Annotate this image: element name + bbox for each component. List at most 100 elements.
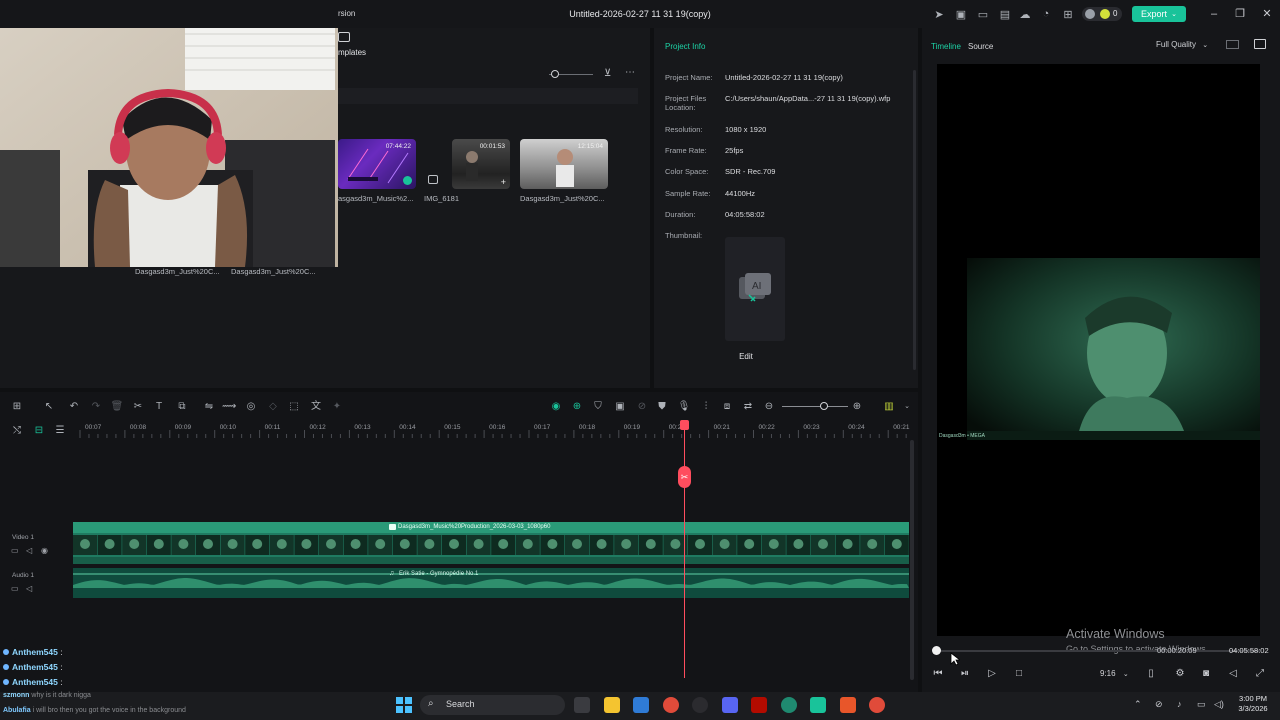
link-icon[interactable]: ⤭ bbox=[10, 424, 24, 437]
chrome-icon[interactable] bbox=[869, 697, 885, 713]
image-icon[interactable] bbox=[1254, 39, 1266, 49]
system-clock[interactable]: 3:00 PM 3/3/2026 bbox=[1233, 694, 1273, 714]
crop-icon[interactable]: ⧉ bbox=[175, 400, 189, 413]
speaker-icon[interactable]: ◁ bbox=[26, 546, 32, 555]
taskbar-search[interactable] bbox=[420, 695, 565, 715]
acrobat-icon[interactable] bbox=[751, 697, 767, 713]
color-icon[interactable]: ◎ bbox=[244, 400, 258, 413]
timeline-scrollbar[interactable] bbox=[910, 440, 914, 680]
ai-tool-icon[interactable]: ✦ bbox=[330, 400, 344, 413]
restore-icon[interactable]: ❐ bbox=[1232, 6, 1248, 22]
mixer-icon[interactable]: ⫶ bbox=[699, 400, 713, 413]
shield-icon[interactable]: ⛉ bbox=[591, 400, 605, 413]
display-icon[interactable]: ▭ bbox=[1197, 699, 1206, 710]
playback-progress[interactable] bbox=[937, 650, 1260, 652]
previous-frame-icon[interactable]: ⏮ bbox=[931, 667, 945, 681]
zoom-in-icon[interactable]: ⊕ bbox=[850, 400, 864, 413]
image-icon[interactable]: ▣ bbox=[613, 400, 627, 413]
snapshot-marker-icon[interactable]: ▯ bbox=[1144, 667, 1158, 681]
tab-templates[interactable]: mplates bbox=[338, 48, 366, 57]
select-tool-icon[interactable]: ↖ bbox=[42, 400, 56, 413]
windows-start-icon[interactable] bbox=[396, 697, 412, 713]
eye-icon[interactable]: ◉ bbox=[41, 546, 48, 555]
folder-icon[interactable]: ▭ bbox=[11, 546, 19, 555]
more-options-icon[interactable]: ⋯ bbox=[625, 67, 635, 78]
library-icon[interactable] bbox=[428, 175, 438, 184]
translate-icon[interactable]: 文 bbox=[309, 400, 323, 413]
file-explorer-icon[interactable] bbox=[604, 697, 620, 713]
media-thumb-img6181[interactable]: 00:01:53 + bbox=[452, 139, 510, 189]
layout-icon[interactable]: ▭ bbox=[976, 7, 990, 21]
filmora-icon[interactable] bbox=[810, 697, 826, 713]
tab-source[interactable]: Source bbox=[968, 42, 993, 51]
stop-icon[interactable]: □ bbox=[1012, 667, 1026, 681]
discord-icon[interactable] bbox=[722, 697, 738, 713]
cloud-icon[interactable]: ☁ bbox=[1018, 7, 1032, 21]
media-icon[interactable]: ▣ bbox=[954, 7, 968, 21]
compare-icon[interactable] bbox=[1226, 40, 1239, 49]
scrollbar[interactable] bbox=[913, 70, 916, 370]
zoom-out-icon[interactable]: ⊖ bbox=[762, 400, 776, 413]
grid-icon[interactable]: ⊞ bbox=[1061, 7, 1075, 21]
camera-icon[interactable]: ◙ bbox=[1199, 667, 1213, 681]
track-manager-icon[interactable]: ☰ bbox=[53, 424, 67, 437]
chrome-icon[interactable] bbox=[663, 697, 679, 713]
keyframe-icon[interactable]: ◇ bbox=[266, 400, 280, 413]
app-icon[interactable] bbox=[692, 697, 708, 713]
chevron-up-icon[interactable]: ⌃ bbox=[1134, 699, 1142, 710]
microphone-icon[interactable]: ♪ bbox=[1177, 699, 1182, 709]
zoom-slider-knob[interactable] bbox=[551, 70, 559, 78]
motion-icon[interactable]: ⊘ bbox=[635, 400, 649, 413]
tab-timeline[interactable]: Timeline bbox=[931, 42, 961, 51]
microphone-icon[interactable]: 🎙 bbox=[677, 400, 691, 413]
playback-knob[interactable] bbox=[932, 646, 941, 655]
play-icon[interactable]: ▷ bbox=[985, 667, 999, 681]
playhead-handle[interactable] bbox=[680, 420, 689, 430]
media-search-row[interactable] bbox=[338, 88, 638, 104]
redo-icon[interactable]: ↷ bbox=[89, 400, 103, 413]
send-icon[interactable]: ➤ bbox=[932, 7, 946, 21]
headset-icon[interactable]: ◔ bbox=[1039, 7, 1053, 21]
timeline-zoom-slider[interactable] bbox=[782, 406, 848, 407]
play-frame-icon[interactable]: ⏯ bbox=[958, 667, 972, 681]
add-icon[interactable]: + bbox=[501, 177, 506, 187]
browser-icon[interactable] bbox=[781, 697, 797, 713]
save-icon[interactable]: ▤ bbox=[998, 7, 1012, 21]
filter-icon[interactable]: ⊻ bbox=[604, 68, 611, 79]
edit-thumbnail-button[interactable]: Edit bbox=[725, 352, 767, 364]
network-off-icon[interactable]: ⊘ bbox=[1155, 699, 1163, 710]
media-thumb-just[interactable]: 12:15:04 bbox=[520, 139, 608, 189]
more-options-icon[interactable]: ⌄ bbox=[900, 400, 914, 413]
aspect-ratio-dropdown[interactable]: 9:16 ⌄ bbox=[1100, 669, 1129, 678]
minimize-icon[interactable]: – bbox=[1206, 6, 1222, 22]
volume-icon[interactable]: ◁) bbox=[1214, 699, 1224, 710]
tab-project-info[interactable]: Project Info bbox=[665, 42, 705, 51]
split-at-playhead-button[interactable]: ✂ bbox=[678, 466, 691, 488]
replace-icon[interactable]: ⇄ bbox=[741, 400, 755, 413]
volume-icon[interactable]: ◁ bbox=[1226, 667, 1240, 681]
task-view-icon[interactable] bbox=[574, 697, 590, 713]
audio-clip[interactable] bbox=[73, 568, 909, 598]
undo-icon[interactable]: ↶ bbox=[67, 400, 81, 413]
snap-icon[interactable]: ⊕ bbox=[570, 400, 584, 413]
media-thumb-music[interactable]: 07:44:22 bbox=[338, 139, 416, 189]
text-icon[interactable]: T bbox=[152, 400, 166, 413]
quality-dropdown[interactable]: Full Quality ⌄ bbox=[1156, 40, 1208, 49]
close-icon[interactable]: ✕ bbox=[1259, 6, 1275, 22]
app-icon[interactable] bbox=[840, 697, 856, 713]
render-settings-icon[interactable]: ⚙ bbox=[1173, 667, 1187, 681]
export-button[interactable]: Export ⌄ bbox=[1132, 6, 1186, 22]
marker-icon[interactable]: ⛊ bbox=[655, 400, 669, 413]
split-icon[interactable]: ✂ bbox=[131, 400, 145, 413]
store-icon[interactable] bbox=[633, 697, 649, 713]
timeline-zoom-knob[interactable] bbox=[820, 402, 828, 410]
pip-icon[interactable]: ⧈ bbox=[720, 400, 734, 413]
speaker-icon[interactable]: ◁ bbox=[26, 584, 32, 593]
fullscreen-icon[interactable]: ⤢ bbox=[1253, 667, 1267, 681]
transition-icon[interactable]: ⇋ bbox=[202, 400, 216, 413]
folder-icon[interactable]: ▭ bbox=[11, 584, 19, 593]
layout-grid-icon[interactable]: ⊞ bbox=[10, 400, 24, 413]
thumbnail-preview[interactable]: AI bbox=[725, 237, 785, 341]
audio-stretch-icon[interactable]: ⟿ bbox=[222, 400, 236, 413]
magnet-icon[interactable]: ⊟ bbox=[32, 424, 46, 437]
